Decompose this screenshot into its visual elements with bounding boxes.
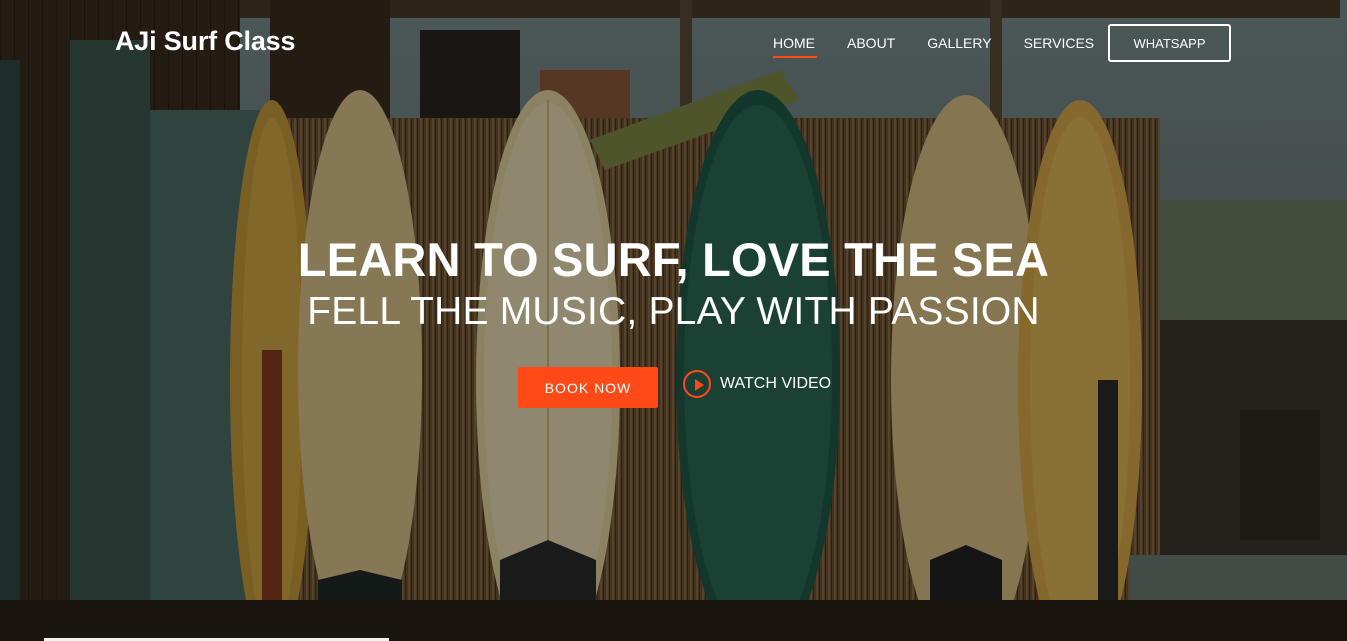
watch-video-label: WATCH VIDEO	[720, 375, 832, 392]
book-now-button[interactable]: BOOK NOW	[518, 367, 658, 408]
hero-subheadline: FELL THE MUSIC, PLAY WITH PASSION	[307, 290, 1040, 333]
hero-content: LEARN TO SURF, LOVE THE SEA FELL THE MUS…	[0, 0, 1347, 641]
watch-video-link[interactable]: WATCH VIDEO	[683, 370, 831, 398]
hero-headline: LEARN TO SURF, LOVE THE SEA	[297, 233, 1050, 286]
play-circle-icon	[683, 370, 711, 398]
